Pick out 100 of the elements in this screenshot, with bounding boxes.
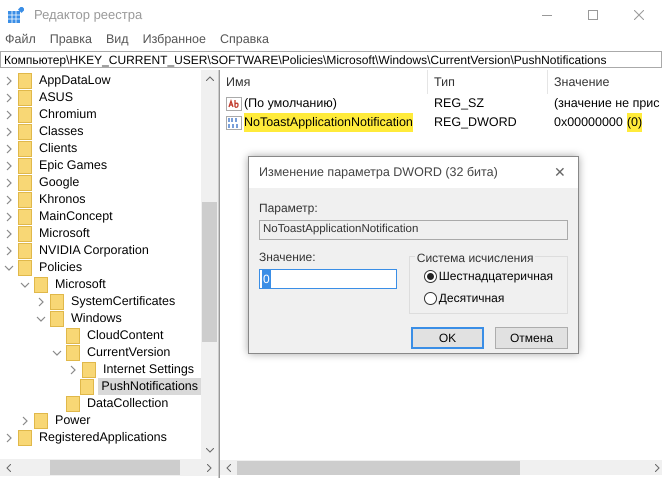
radio-button[interactable] [424,270,437,282]
value-data: (0) [626,113,642,132]
dialog-title: Изменение параметра DWORD (32 бита) [259,164,498,182]
chevron-right-icon[interactable] [4,432,14,442]
folder-icon [66,328,80,344]
tree-item[interactable]: Google [36,174,82,191]
chevron-down-icon[interactable] [4,262,14,272]
cancel-button[interactable]: Отмена [495,327,568,349]
tree-item[interactable]: MainConcept [36,208,116,225]
tree-item[interactable]: Windows [68,310,125,327]
value-name[interactable]: NoToastApplicationNotification [244,113,413,132]
folder-icon [18,242,32,258]
tree-item[interactable]: CloudContent [84,327,166,344]
menu-item[interactable]: Файл [5,30,36,48]
parameter-field[interactable]: NoToastApplicationNotification [259,220,568,240]
folder-icon [18,106,32,122]
tree-item[interactable]: RegisteredApplications [36,429,170,446]
chevron-right-icon[interactable] [4,178,14,188]
tree-item[interactable]: Chromium [36,106,100,123]
tree-item[interactable]: SystemCertificates [68,293,178,310]
tree-item[interactable]: Khronos [36,191,89,208]
column-header[interactable]: Значение [548,70,662,94]
chevron-right-icon[interactable] [4,228,14,238]
tree-item[interactable]: AppDataLow [36,72,114,89]
folder-icon [18,192,32,208]
column-header[interactable]: Имя [220,70,428,94]
folder-icon [18,208,32,224]
window-title: Редактор реестра [34,6,142,24]
chevron-right-icon[interactable] [4,92,14,102]
tree-item[interactable]: Clients [36,140,80,157]
address-field[interactable]: Компьютер\HKEY_CURRENT_USER\SOFTWARE\Policies\Microsoft\Windows\CurrentVersion\PushNotifications [0,51,662,68]
binary-value-icon [226,116,242,130]
scroll-left-icon [226,464,231,472]
chevron-right-icon[interactable] [4,194,14,204]
scroll-right-icon [654,464,660,472]
tree-item[interactable]: Epic Games [36,157,110,174]
chevron-right-icon[interactable] [4,110,14,120]
tree-item[interactable]: Policies [36,259,86,276]
menu-item[interactable]: Правка [50,30,92,48]
folder-icon [18,174,32,190]
radio-button[interactable] [424,292,437,304]
column-header[interactable]: Тип [428,70,548,94]
folder-icon [18,72,32,88]
tree-item[interactable]: Internet Settings [100,361,198,378]
value-type: REG_SZ [433,95,486,112]
scroll-right-icon [207,464,212,472]
radio-label[interactable]: Шестнадцатеричная [438,267,553,285]
folder-icon [50,310,64,326]
value-name[interactable]: (По умолчанию) [244,94,337,113]
folder-icon [18,140,32,156]
tree-item[interactable]: Classes [36,123,86,140]
folder-icon [66,396,80,412]
value-type: REG_DWORD [433,114,518,132]
folder-icon [50,294,64,310]
scroll-up-icon [206,76,214,81]
scroll-thumb[interactable] [50,460,180,475]
tree-item[interactable]: PushNotifications [98,378,201,395]
chevron-down-icon[interactable] [52,348,62,358]
chevron-right-icon[interactable] [20,416,30,426]
minimize-icon [542,14,552,16]
chevron-right-icon[interactable] [4,76,14,86]
tree-item[interactable]: ASUS [36,89,76,106]
tree-item[interactable]: DataCollection [84,395,172,412]
chevron-down-icon[interactable] [20,280,30,290]
value-data: (значение не прис [554,95,660,112]
menu-item[interactable]: Справка [220,30,269,48]
menu-item[interactable]: Избранное [142,30,206,48]
folder-icon [18,158,32,174]
horizontal-scrollbar[interactable] [0,459,218,476]
close-icon [634,10,644,20]
chevron-right-icon[interactable] [4,160,14,170]
chevron-down-icon[interactable] [36,314,46,324]
field-label: Параметр: [259,200,319,217]
app-icon [8,7,24,23]
tree-item[interactable]: Microsoft [36,225,93,242]
tree-item[interactable]: NVIDIA Corporation [36,242,152,259]
radio-label[interactable]: Десятичная [438,289,504,307]
close-button[interactable]: ✕ [542,157,578,188]
menu-item[interactable]: Вид [106,30,129,48]
horizontal-scrollbar[interactable] [220,460,662,475]
folder-icon [34,276,48,292]
ok-button[interactable]: OK [411,327,484,349]
chevron-right-icon[interactable] [68,364,78,374]
chevron-right-icon[interactable] [4,144,14,154]
chevron-right-icon[interactable] [36,296,46,306]
chevron-right-icon[interactable] [4,246,14,256]
chevron-right-icon[interactable] [4,212,14,222]
tree-item[interactable]: Power [52,412,94,429]
scroll-thumb[interactable] [237,460,520,474]
vertical-scrollbar[interactable] [201,70,218,459]
folder-icon [34,412,48,428]
folder-icon [18,90,32,106]
chevron-right-icon[interactable] [4,126,14,136]
tree-item[interactable]: Microsoft [52,276,109,293]
maximize-icon [588,10,598,20]
tree-item[interactable]: CurrentVersion [84,344,174,361]
folder-icon [18,260,32,276]
scroll-thumb[interactable] [202,202,217,342]
folder-icon [18,226,32,242]
folder-icon [80,378,94,394]
